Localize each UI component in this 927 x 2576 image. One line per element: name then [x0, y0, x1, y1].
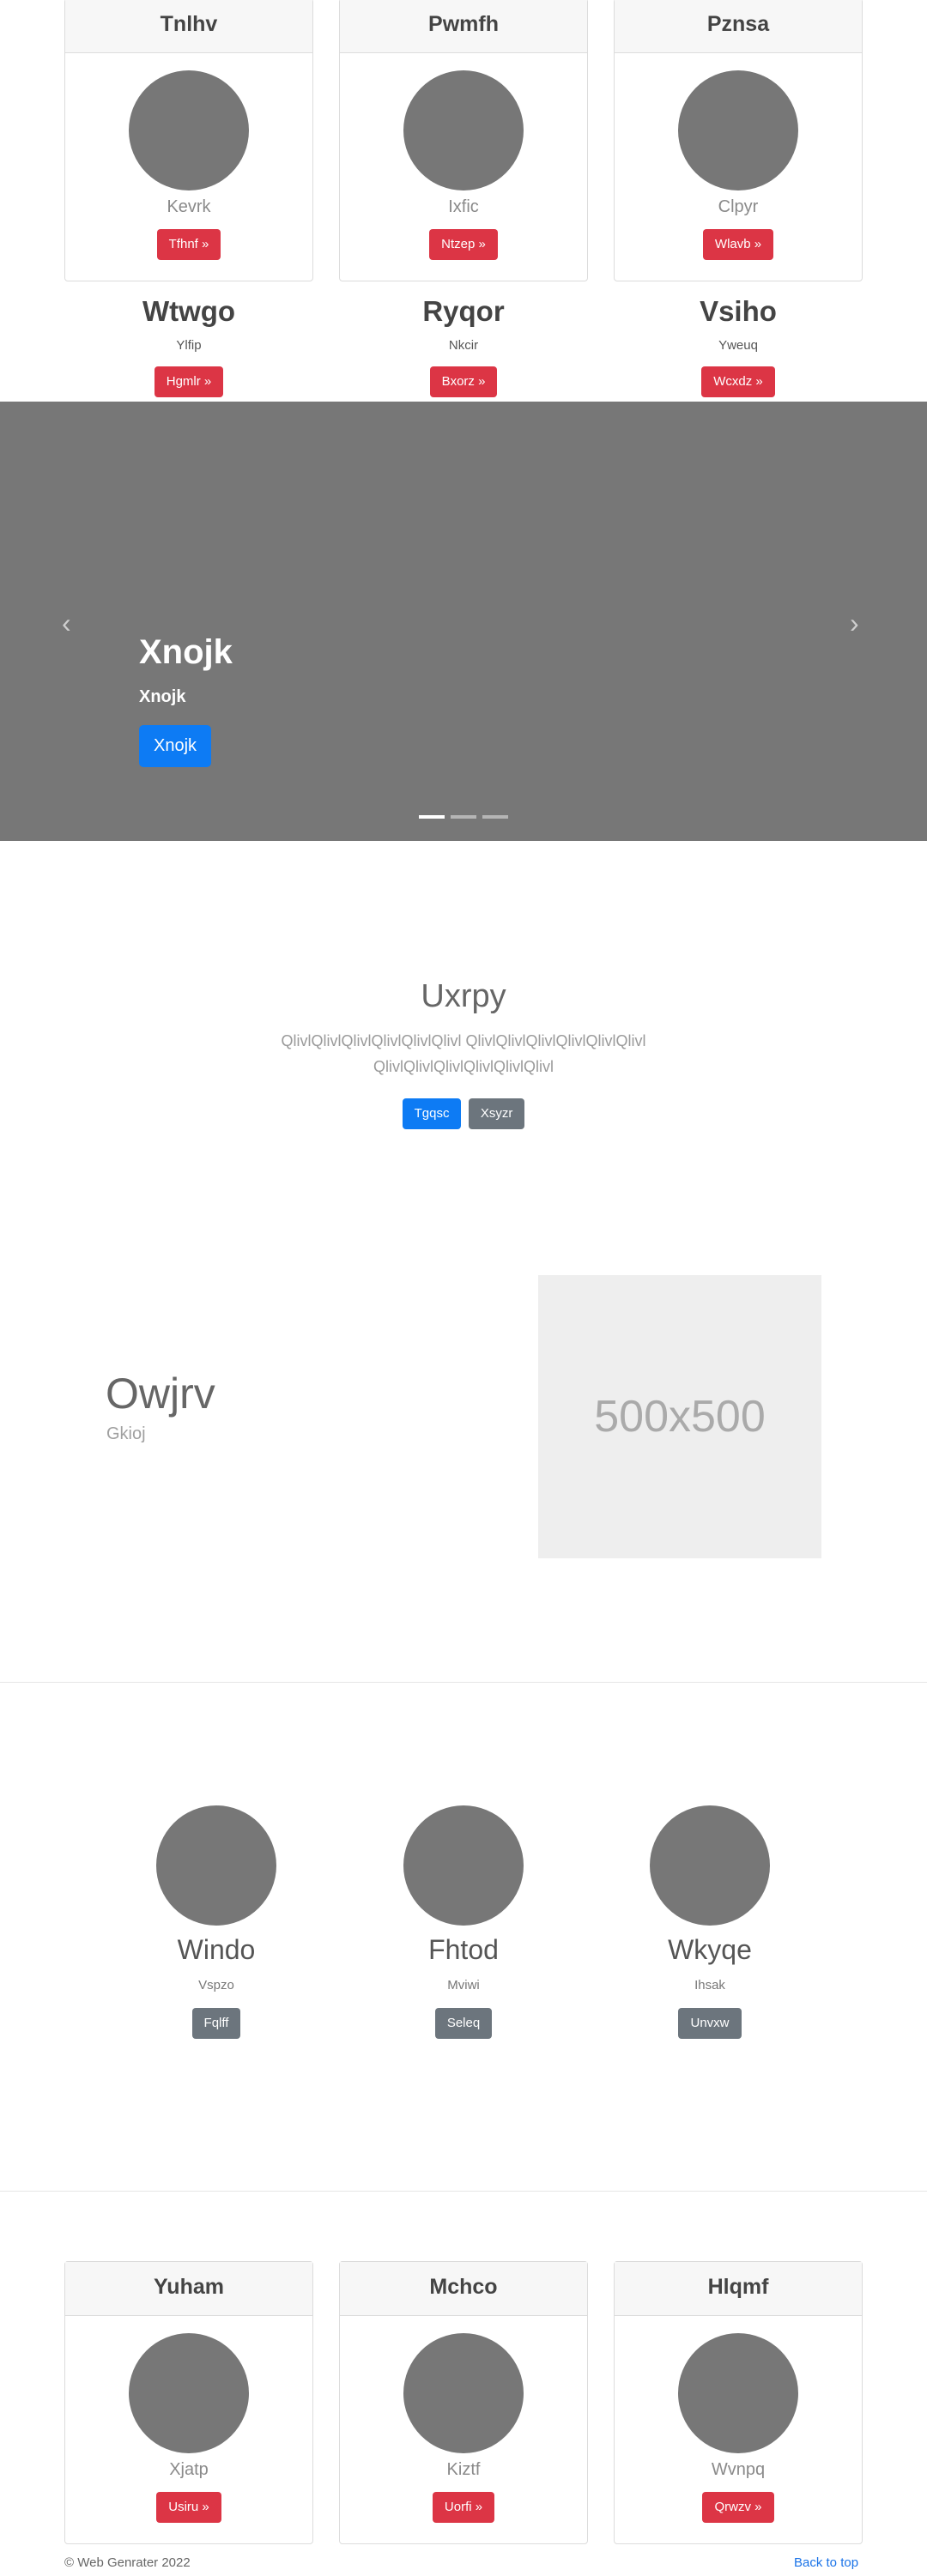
card-header: Pznsa — [615, 0, 862, 53]
carousel-indicator-3[interactable] — [482, 815, 508, 819]
jumbotron-title: Uxrpy — [421, 978, 506, 1014]
marketing-subtitle: Ihsak — [694, 1978, 725, 1992]
back-to-top-link[interactable]: Back to top — [794, 2555, 858, 2570]
marketing-button[interactable]: Seleq — [434, 2008, 493, 2039]
card-header: Yuham — [65, 2262, 312, 2316]
column-title: Vsiho — [700, 295, 777, 327]
top-card-2: Pwmfh Ixfic Ntzep » — [339, 0, 588, 281]
card-name: Wvnpq — [711, 2460, 766, 2479]
marketing-title: Wkyqe — [668, 1934, 752, 1965]
marketing-column-1: Windo Vspzo Fqlff — [130, 1805, 302, 2039]
card-header: Tnlhv — [65, 0, 312, 53]
column-title: Ryqor — [422, 295, 505, 327]
bottom-card-2: Mchco Kiztf Uorfi » — [339, 2261, 588, 2544]
card-name: Xjatp — [169, 2460, 209, 2479]
marketing-subtitle: Mviwi — [447, 1978, 480, 1992]
jumbotron-actions: Tgqsc Xsyzr — [0, 1098, 927, 1129]
card-button[interactable]: Ntzep » — [429, 229, 498, 260]
carousel-caption-button[interactable]: Xnojk — [139, 725, 212, 767]
carousel-indicator-1[interactable] — [419, 815, 445, 819]
avatar — [678, 70, 798, 190]
chevron-left-icon[interactable]: ‹ — [62, 608, 71, 639]
column-button[interactable]: Bxorz » — [429, 366, 498, 397]
card-header: Mchco — [340, 2262, 587, 2316]
card-button[interactable]: Usiru » — [156, 2492, 221, 2523]
jumbotron-lead: QlivlQlivlQlivlQlivlQlivlQlivl QlivlQliv… — [281, 1032, 646, 1075]
card-name: Ixfic — [448, 197, 479, 216]
avatar — [403, 70, 524, 190]
marketing-title: Fhtod — [428, 1934, 499, 1965]
column-button[interactable]: Hgmlr » — [154, 366, 224, 397]
bottom-card-3: Hlqmf Wvnpq Qrwzv » — [614, 2261, 863, 2544]
avatar — [156, 1805, 276, 1926]
column-title: Wtwgo — [142, 295, 236, 327]
marketing-subtitle: Vspzo — [198, 1978, 234, 1992]
column-button[interactable]: Wcxdz » — [701, 366, 775, 397]
avatar — [403, 2333, 524, 2453]
divider — [0, 2191, 927, 2192]
avatar — [650, 1805, 770, 1926]
card-header: Pwmfh — [340, 0, 587, 53]
column-subtitle: Ylfip — [176, 338, 202, 353]
primary-button[interactable]: Tgqsc — [402, 1098, 462, 1129]
card-button[interactable]: Qrwzv » — [702, 2492, 774, 2523]
heading-column-1: Wtwgo Ylfip Hgmlr » — [64, 295, 313, 397]
featurette-subtitle: Gkioj — [106, 1424, 146, 1443]
featurette-title: Owjrv — [106, 1370, 215, 1418]
card-button[interactable]: Uorfi » — [432, 2492, 495, 2523]
bottom-card-1: Yuham Xjatp Usiru » — [64, 2261, 313, 2544]
marketing-column-3: Wkyqe Ihsak Unvxw — [624, 1805, 796, 2039]
card-button[interactable]: Tfhnf » — [156, 229, 221, 260]
card-name: Clpyr — [718, 197, 759, 216]
heading-column-2: Ryqor Nkcir Bxorz » — [339, 295, 588, 397]
marketing-button[interactable]: Unvxw — [678, 2008, 742, 2039]
footer-copyright: © Web Genrater 2022 — [64, 2555, 191, 2570]
card-name: Kevrk — [167, 197, 211, 216]
carousel-indicator-2[interactable] — [451, 815, 476, 819]
avatar — [403, 1805, 524, 1926]
featurette-image: 500x500 — [538, 1275, 821, 1558]
marketing-column-2: Fhtod Mviwi Seleq — [378, 1805, 549, 2039]
top-card-1: Tnlhv Kevrk Tfhnf » — [64, 0, 313, 281]
avatar — [678, 2333, 798, 2453]
avatar — [129, 2333, 249, 2453]
column-subtitle: Yweuq — [718, 338, 758, 353]
carousel-caption-title: Xnojk — [139, 633, 233, 671]
carousel: ‹ › Xnojk Xnojk Xnojk — [0, 402, 927, 841]
card-name: Kiztf — [446, 2460, 481, 2479]
divider — [0, 1682, 927, 1683]
avatar — [129, 70, 249, 190]
heading-column-3: Vsiho Yweuq Wcxdz » — [614, 295, 863, 397]
chevron-right-icon[interactable]: › — [850, 608, 859, 639]
carousel-caption-text: Xnojk — [139, 687, 186, 706]
marketing-title: Windo — [177, 1934, 256, 1965]
card-header: Hlqmf — [615, 2262, 862, 2316]
marketing-button[interactable]: Fqlff — [191, 2008, 241, 2039]
column-subtitle: Nkcir — [448, 338, 479, 353]
top-card-3: Pznsa Clpyr Wlavb » — [614, 0, 863, 281]
card-button[interactable]: Wlavb » — [702, 229, 774, 260]
secondary-button[interactable]: Xsyzr — [468, 1098, 525, 1129]
